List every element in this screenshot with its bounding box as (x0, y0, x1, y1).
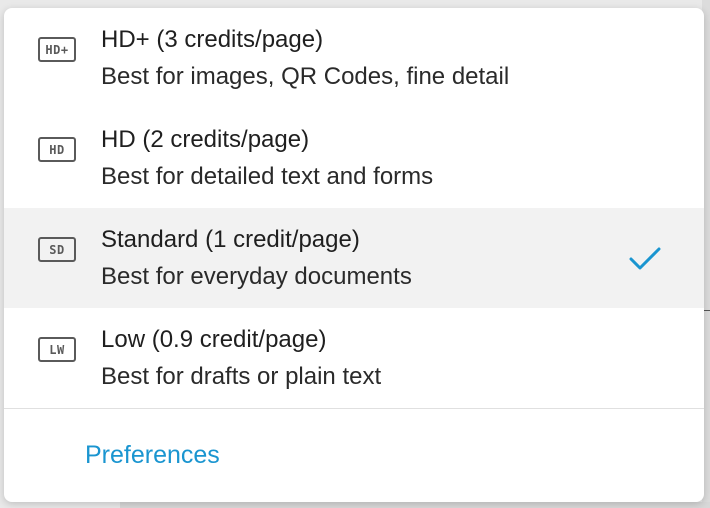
hd-quality-icon: HD (38, 137, 76, 162)
sd-quality-icon: SD (38, 237, 76, 262)
low-quality-icon: LW (38, 337, 76, 362)
quality-dropdown-menu: HD+ HD+ (3 credits/page) Best for images… (4, 8, 704, 502)
option-title: Low (0.9 credit/page) (101, 326, 327, 353)
checkmark-icon (629, 247, 661, 270)
quality-option-hd-plus[interactable]: HD+ HD+ (3 credits/page) Best for images… (4, 8, 704, 108)
option-description: Best for drafts or plain text (101, 363, 382, 390)
option-description: Best for images, QR Codes, fine detail (101, 63, 510, 90)
option-title: Standard (1 credit/page) (101, 226, 360, 253)
icon-text: HD+ (45, 42, 69, 57)
quality-option-hd[interactable]: HD HD (2 credits/page) Best for detailed… (4, 108, 704, 208)
option-description: Best for detailed text and forms (101, 163, 434, 190)
option-description: Best for everyday documents (101, 263, 412, 290)
icon-text: HD (49, 142, 65, 157)
quality-option-standard[interactable]: SD Standard (1 credit/page) Best for eve… (4, 208, 704, 308)
icon-text: SD (49, 242, 65, 257)
option-title: HD+ (3 credits/page) (101, 26, 324, 53)
icon-text: LW (49, 342, 65, 357)
background-bottom-edge (120, 502, 710, 508)
menu-divider (4, 408, 704, 409)
quality-option-low[interactable]: LW Low (0.9 credit/page) Best for drafts… (4, 308, 704, 408)
hd-plus-quality-icon: HD+ (38, 37, 76, 62)
preferences-link[interactable]: Preferences (85, 441, 220, 470)
option-title: HD (2 credits/page) (101, 126, 310, 153)
